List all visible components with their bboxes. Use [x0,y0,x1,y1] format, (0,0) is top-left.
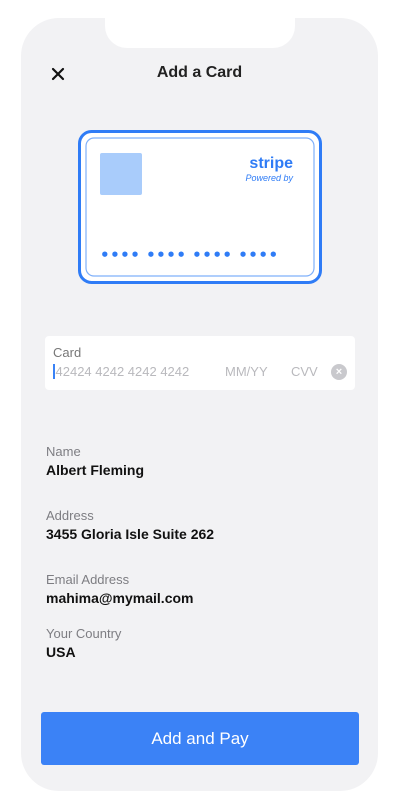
expiry-input[interactable]: MM/YY [225,364,268,379]
address-value: 3455 Gloria Isle Suite 262 [46,526,215,542]
clear-icon[interactable]: × [331,364,347,380]
powered-by-text: Powered by [245,173,293,183]
page-title: Add a Card [156,64,243,81]
cvv-input[interactable]: CVV [291,364,318,379]
card-field-label: Card [53,345,82,360]
email-field: Email Address mahima@mymail.com [46,572,194,606]
name-value: Albert Fleming [46,462,145,478]
name-field: Name Albert Fleming [46,444,144,478]
country-label: Your Country [46,626,122,641]
card-number-input[interactable]: 42424 4242 4242 4242 [53,364,189,380]
text-cursor [53,364,55,380]
email-value: mahima@mymail.com [46,590,194,606]
card-illustration: stripe Powered by •••• •••• •••• •••• [78,130,322,284]
card-input-field[interactable]: Card 42424 4242 4242 4242 MM/YY CVV × [45,336,355,390]
card-number-placeholder: 42424 4242 4242 4242 [55,364,190,379]
country-field: Your Country USA [46,626,121,660]
name-label: Name [46,444,81,459]
stripe-logo: stripe [249,155,293,172]
masked-card-number: •••• •••• •••• •••• [100,246,279,264]
address-label: Address [46,508,94,523]
device-notch [105,18,295,48]
card-chip [100,153,142,195]
add-and-pay-button[interactable]: Add and Pay [41,712,359,765]
phone-screen: Add a Card stripe Powered by •••• •••• •… [21,18,378,791]
email-label: Email Address [46,572,130,587]
country-value: USA [46,644,76,660]
address-field: Address 3455 Gloria Isle Suite 262 [46,508,214,542]
